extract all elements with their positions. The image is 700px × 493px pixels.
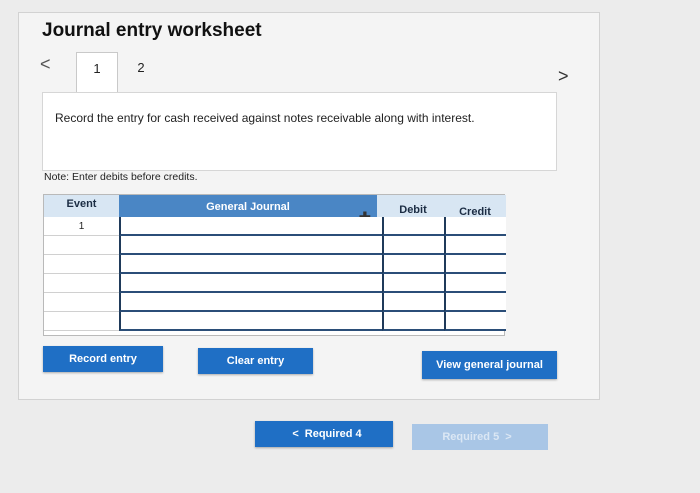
credit-input[interactable] [444,293,506,312]
credit-input[interactable] [444,255,506,274]
view-general-journal-button[interactable]: View general journal [422,351,557,379]
journal-input[interactable] [119,217,382,236]
journal-input[interactable] [119,255,382,274]
journal-input[interactable] [119,312,382,331]
debit-input[interactable] [382,217,444,236]
question-box: Record the entry for cash received again… [42,92,557,171]
journal-grid: Event General Journal Debit Credit ✚ 1 [43,194,506,336]
journal-header: General Journal [119,195,377,217]
tab-1[interactable]: 1 [76,52,118,92]
prev-required-label: Required 4 [304,428,362,440]
debit-input[interactable] [382,274,444,293]
credit-input[interactable] [444,217,506,236]
event-cell [44,255,119,274]
record-entry-button[interactable]: Record entry [43,346,163,372]
event-cell [44,312,119,331]
chevron-right-icon: > [505,431,512,443]
page-title: Journal entry worksheet [42,20,262,41]
event-header: Event [44,195,119,217]
event-cell [44,236,119,255]
event-cell: 1 [44,217,119,236]
next-required-label: Required 5 [442,431,500,443]
credit-input[interactable] [444,312,506,331]
chevron-left-icon: < [292,428,299,440]
credit-header: Credit [444,195,506,218]
debit-input[interactable] [382,312,444,331]
journal-input[interactable] [119,236,382,255]
next-tab-icon[interactable]: > [558,66,569,87]
journal-input[interactable] [119,274,382,293]
prev-required-button[interactable]: < Required 4 [255,421,393,447]
debit-input[interactable] [382,293,444,312]
tab-2[interactable]: 2 [120,52,162,86]
clear-entry-button[interactable]: Clear entry [198,348,313,374]
debit-header: Debit [382,195,444,217]
debit-input[interactable] [382,236,444,255]
journal-input[interactable] [119,293,382,312]
credit-input[interactable] [444,274,506,293]
event-cell [44,293,119,312]
credit-input[interactable] [444,236,506,255]
prev-tab-icon[interactable]: < [40,54,51,75]
next-required-button[interactable]: Required 5 > [412,424,548,450]
debit-input[interactable] [382,255,444,274]
note-text: Note: Enter debits before credits. [44,171,198,183]
question-text: Record the entry for cash received again… [55,111,475,125]
event-cell [44,274,119,293]
